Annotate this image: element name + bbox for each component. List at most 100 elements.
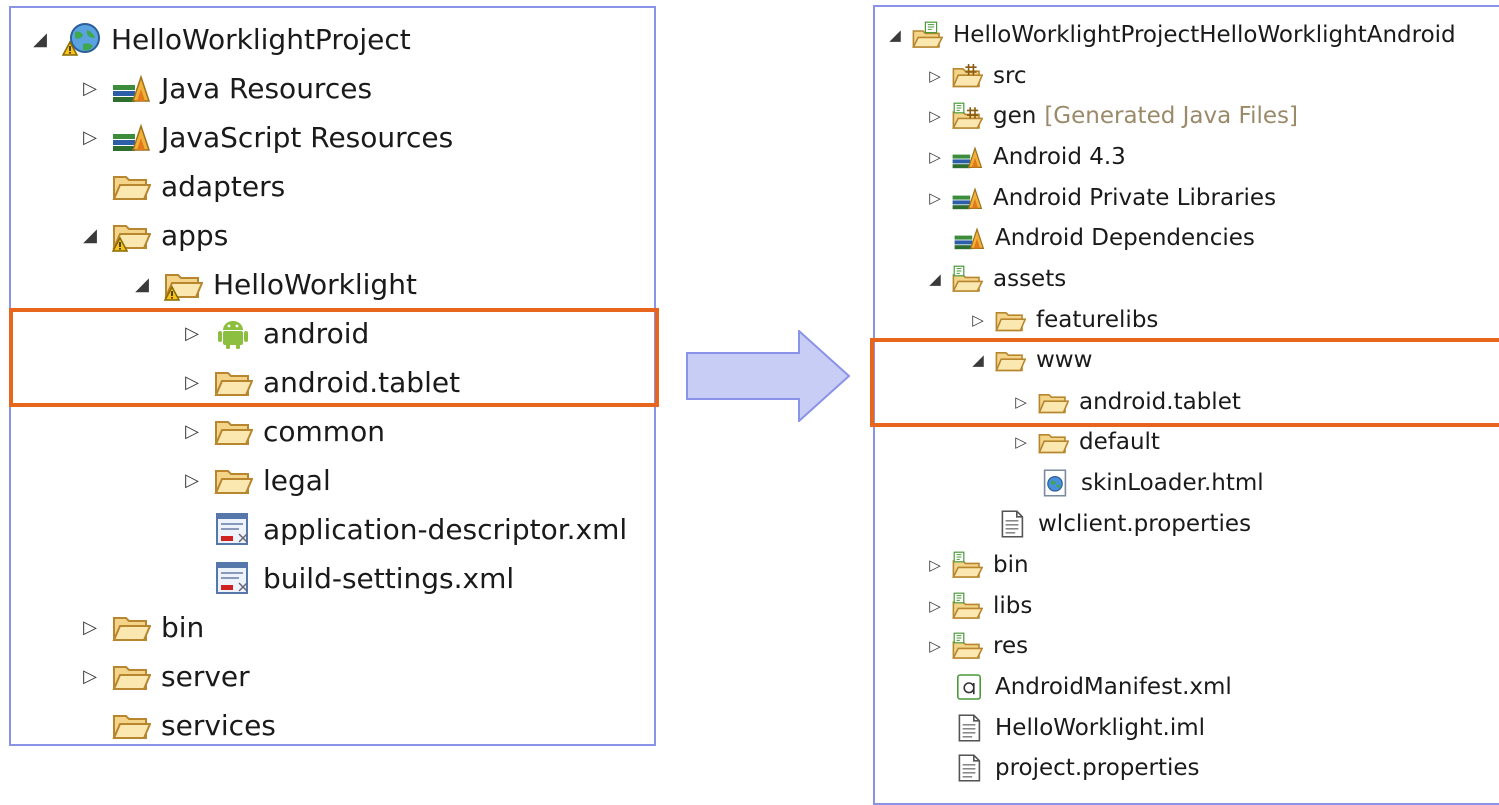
tree-item-android-dependencies[interactable]: Android Dependencies (953, 220, 1255, 256)
tree-item-server[interactable]: ▷ server (77, 654, 250, 698)
collapsed-arrow-icon[interactable]: ▷ (179, 372, 205, 393)
tree-item-android-tablet[interactable]: ▷ android.tablet (179, 360, 460, 404)
collapsed-arrow-icon[interactable]: ▷ (925, 148, 945, 166)
tree-item-label: AndroidManifest.xml (995, 674, 1232, 700)
folder-icon (213, 365, 253, 399)
tree-item-label: Android 4.3 (993, 144, 1126, 170)
tree-item-android-tablet[interactable]: ▷ android.tablet (1011, 384, 1241, 420)
tree-item-label: services (161, 708, 276, 742)
tree-item-common[interactable]: ▷ common (179, 409, 385, 453)
tree-item-label: build-settings.xml (263, 561, 515, 595)
collapsed-arrow-icon[interactable]: ▷ (77, 127, 103, 148)
collapsed-arrow-icon[interactable]: ▷ (77, 666, 103, 687)
text-file-icon (996, 510, 1028, 538)
collapsed-arrow-icon[interactable]: ▷ (968, 311, 988, 329)
tree-item-default[interactable]: ▷ default (1011, 424, 1160, 460)
collapsed-arrow-icon[interactable]: ▷ (77, 78, 103, 99)
tree-item-label: skinLoader.html (1081, 470, 1264, 496)
expanded-arrow-icon[interactable]: ◢ (925, 270, 945, 288)
tree-item-res[interactable]: ▷ res (925, 628, 1028, 664)
tree-item-apps[interactable]: ◢ apps (77, 213, 228, 257)
tree-item-label: assets (993, 266, 1067, 292)
tree-item-label: bin (993, 552, 1029, 578)
tree-item-featurelibs[interactable]: ▷ featurelibs (968, 302, 1158, 338)
tree-item-bin[interactable]: ▷ bin (77, 605, 204, 649)
tree-item-label: Java Resources (161, 71, 373, 105)
tree-item-label: src (993, 63, 1027, 89)
collapsed-arrow-icon[interactable]: ▷ (77, 617, 103, 638)
collapsed-arrow-icon[interactable]: ▷ (179, 421, 205, 442)
tree-item-label: www (1036, 347, 1093, 373)
tree-item-label: application-descriptor.xml (263, 512, 628, 546)
tree-item-www[interactable]: ◢ www (968, 342, 1092, 378)
tree-item-src[interactable]: ▷ src (925, 58, 1027, 94)
tree-item-label: default (1079, 429, 1160, 455)
tree-item-legal[interactable]: ▷ legal (179, 458, 331, 502)
tree-item-java-resources[interactable]: ▷ Java Resources (77, 66, 372, 110)
tree-item-android-project[interactable]: ◢ HelloWorklightProjectHelloWorklightAnd… (885, 17, 1456, 53)
tree-item-android-manifest[interactable]: AndroidManifest.xml (953, 669, 1232, 705)
tree-item-services[interactable]: services (111, 703, 276, 747)
tree-item-android-private-libraries[interactable]: ▷ Android Private Libraries (925, 180, 1276, 216)
warning-folder-icon (111, 218, 151, 252)
tree-item-assets[interactable]: ◢ assets (925, 261, 1066, 297)
tree-item-label: gen (993, 103, 1037, 129)
collapsed-arrow-icon[interactable]: ▷ (925, 556, 945, 574)
collapsed-arrow-icon[interactable]: ▷ (925, 637, 945, 655)
tree-item-hello-worklight[interactable]: ◢ HelloWorklight (129, 262, 417, 306)
tree-item-bin[interactable]: ▷ bin (925, 547, 1029, 583)
resource-folder-icon (951, 551, 983, 579)
collapsed-arrow-icon[interactable]: ▷ (925, 597, 945, 615)
text-file-icon (953, 754, 985, 782)
tree-item-label: JavaScript Resources (161, 120, 454, 154)
tree-item-project-properties[interactable]: project.properties (953, 750, 1200, 786)
android-project-icon (911, 21, 943, 49)
tree-item-label: common (263, 414, 385, 448)
tree-item-hello-worklight-project[interactable]: ◢ HelloWorklightProject (27, 17, 411, 61)
tree-item-label: legal (263, 463, 331, 497)
source-folder-icon (951, 62, 983, 90)
expanded-arrow-icon[interactable]: ◢ (27, 29, 53, 50)
folder-icon (213, 463, 253, 497)
expanded-arrow-icon[interactable]: ◢ (129, 274, 155, 295)
tree-item-build-settings[interactable]: build-settings.xml (213, 556, 514, 600)
tree-item-adapters[interactable]: adapters (111, 164, 285, 208)
tree-item-label: project.properties (995, 755, 1200, 781)
folder-icon (994, 346, 1026, 374)
tree-item-gen[interactable]: ▷ gen [Generated Java Files] (925, 98, 1298, 134)
tree-item-hello-worklight-iml[interactable]: HelloWorklight.iml (953, 710, 1205, 746)
tree-item-android[interactable]: ▷ android (179, 311, 369, 355)
expanded-arrow-icon[interactable]: ◢ (885, 26, 905, 44)
expanded-arrow-icon[interactable]: ◢ (968, 351, 988, 369)
library-icon (951, 184, 983, 212)
tree-item-javascript-resources[interactable]: ▷ JavaScript Resources (77, 115, 453, 159)
collapsed-arrow-icon[interactable]: ▷ (925, 107, 945, 125)
collapsed-arrow-icon[interactable]: ▷ (179, 323, 205, 344)
tree-item-wlclient-properties[interactable]: wlclient.properties (996, 506, 1251, 542)
tree-item-application-descriptor[interactable]: application-descriptor.xml (213, 507, 627, 551)
collapsed-arrow-icon[interactable]: ▷ (925, 67, 945, 85)
tree-item-label: res (993, 633, 1029, 659)
tree-item-android-43[interactable]: ▷ Android 4.3 (925, 139, 1126, 175)
collapsed-arrow-icon[interactable]: ▷ (925, 189, 945, 207)
folder-icon (111, 610, 151, 644)
right-project-explorer: ◢ HelloWorklightProjectHelloWorklightAnd… (873, 5, 1499, 805)
tree-item-libs[interactable]: ▷ libs (925, 588, 1032, 624)
tree-item-skin-loader[interactable]: skinLoader.html (1039, 465, 1264, 501)
resource-folder-icon (951, 265, 983, 293)
folder-icon (1037, 428, 1069, 456)
expanded-arrow-icon[interactable]: ◢ (77, 225, 103, 246)
folder-icon (213, 414, 253, 448)
folder-icon (994, 306, 1026, 334)
tree-item-label: HelloWorklightProject (111, 22, 411, 56)
collapsed-arrow-icon[interactable]: ▷ (1011, 433, 1031, 451)
collapsed-arrow-icon[interactable]: ▷ (179, 470, 205, 491)
resource-folder-icon (951, 592, 983, 620)
collapsed-arrow-icon[interactable]: ▷ (1011, 393, 1031, 411)
library-icon (111, 120, 151, 154)
tree-item-label: Android Private Libraries (993, 185, 1277, 211)
folder-icon (111, 659, 151, 693)
library-icon (111, 71, 151, 105)
tree-item-label: server (161, 659, 250, 693)
xml-file-icon (213, 561, 253, 595)
